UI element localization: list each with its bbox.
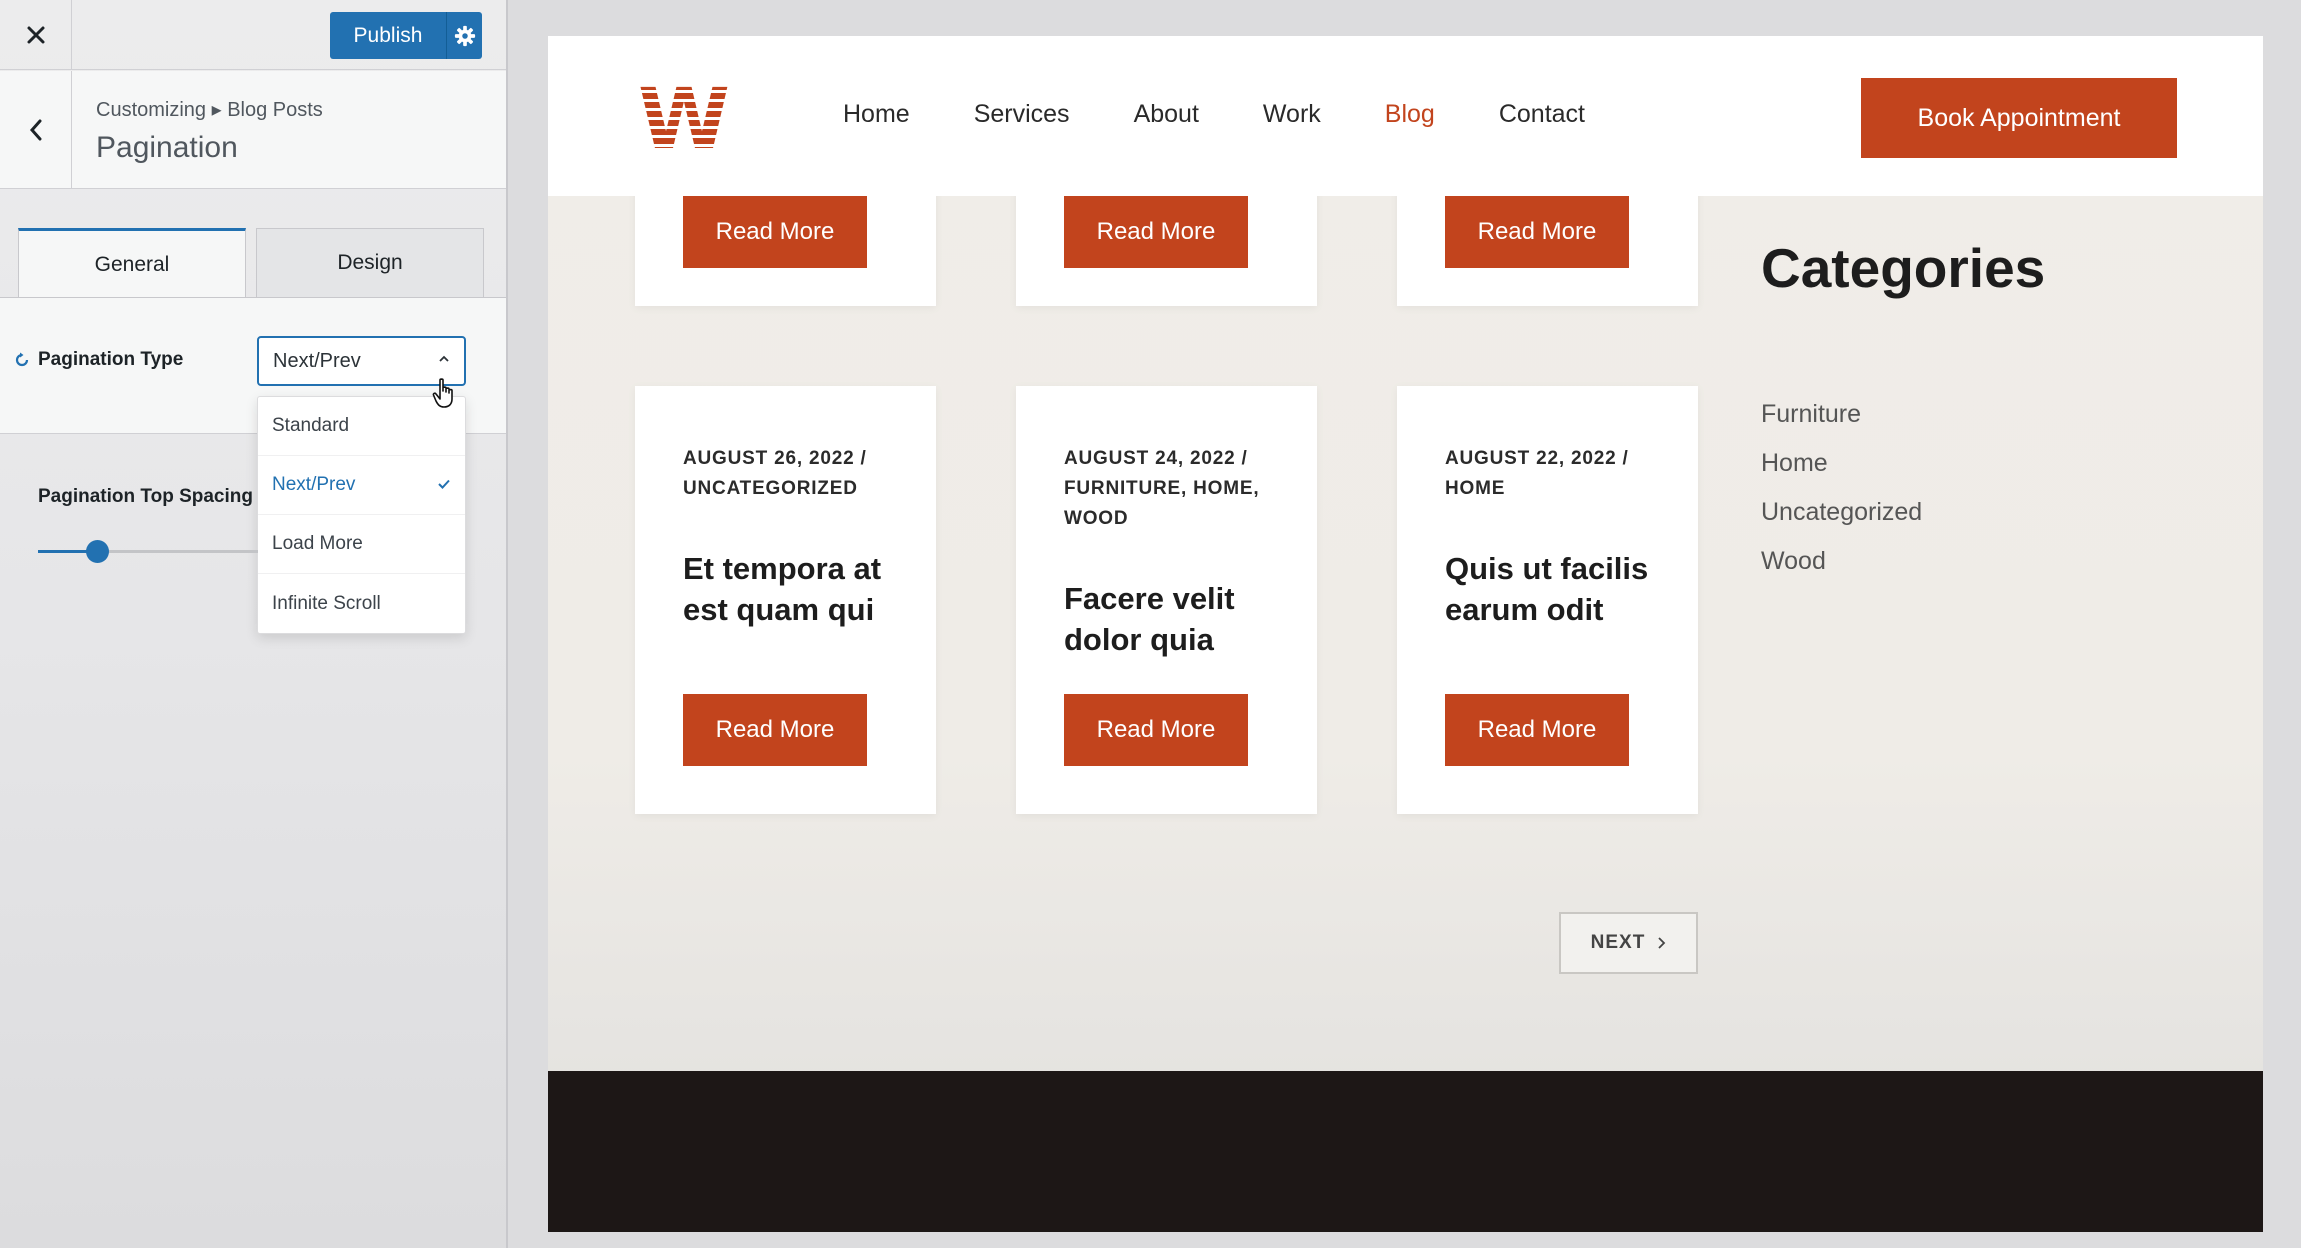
post-title[interactable]: Facere velit dolor quia	[1064, 578, 1294, 660]
slider-handle[interactable]	[86, 540, 110, 563]
gear-icon	[454, 25, 475, 46]
publish-button[interactable]: Publish	[330, 12, 446, 59]
publish-settings-button[interactable]	[446, 12, 482, 59]
customizer-sidebar: Publish Customizing ▸ Blog Posts Paginat…	[0, 0, 508, 1248]
post-title[interactable]: Quis ut facilis earum odit	[1445, 548, 1675, 630]
post-card: AUGUST 24, 2022 / FURNITURE, HOME, WOOD …	[1016, 386, 1317, 814]
close-icon	[27, 26, 44, 44]
read-more-button[interactable]: Read More	[1445, 196, 1629, 268]
site-header: W Home Services About Work Blog Contact …	[548, 36, 2263, 196]
pagination-type-label: Pagination Type	[38, 349, 184, 370]
chevron-up-icon	[439, 355, 449, 362]
option-load-more[interactable]: Load More	[258, 515, 465, 574]
post-meta: AUGUST 22, 2022 / HOME	[1445, 448, 1629, 499]
nav-home[interactable]: Home	[843, 100, 910, 129]
nav-services[interactable]: Services	[974, 100, 1070, 129]
pagination-top-spacing-label: Pagination Top Spacing	[38, 486, 253, 507]
categories-heading: Categories	[1761, 237, 2046, 299]
checkmark-icon	[438, 479, 450, 489]
site-footer	[548, 1071, 2263, 1232]
main-nav: Home Services About Work Blog Contact	[843, 100, 1649, 129]
tab-design[interactable]: Design	[256, 228, 484, 298]
category-link[interactable]: Uncategorized	[1761, 498, 1922, 547]
read-more-button[interactable]: Read More	[683, 196, 867, 268]
close-customizer-button[interactable]	[0, 0, 72, 70]
post-card: AUGUST 22, 2022 / HOME Quis ut facilis e…	[1397, 386, 1698, 814]
categories-list: Furniture Home Uncategorized Wood	[1761, 400, 1922, 596]
read-more-button[interactable]: Read More	[1064, 196, 1248, 268]
book-appointment-button[interactable]: Book Appointment	[1861, 78, 2177, 158]
nav-contact[interactable]: Contact	[1499, 100, 1585, 129]
read-more-button[interactable]: Read More	[1064, 694, 1248, 766]
hand-cursor-icon	[432, 378, 453, 408]
post-meta: AUGUST 24, 2022 / FURNITURE, HOME, WOOD	[1064, 448, 1260, 529]
section-header: Customizing ▸ Blog Posts Pagination	[0, 71, 506, 189]
next-label: NEXT	[1590, 932, 1646, 953]
control-tabs: General Design	[18, 228, 484, 298]
post-card: AUGUST 26, 2022 / UNCATEGORIZED Et tempo…	[635, 386, 936, 814]
post-meta: AUGUST 26, 2022 / UNCATEGORIZED	[683, 448, 867, 499]
category-link[interactable]: Wood	[1761, 547, 1922, 596]
read-more-button[interactable]: Read More	[683, 694, 867, 766]
nav-work[interactable]: Work	[1263, 100, 1321, 129]
top-spacing-slider[interactable]	[38, 540, 258, 563]
option-label: Next/Prev	[272, 474, 356, 495]
read-more-button[interactable]: Read More	[1445, 694, 1629, 766]
next-page-button[interactable]: NEXT	[1559, 912, 1698, 974]
logo-w-icon: W	[638, 84, 730, 150]
reset-icon[interactable]	[14, 352, 30, 368]
section-title: Pagination	[96, 131, 238, 164]
customizer-topbar: Publish	[0, 0, 506, 70]
publish-group: Publish	[330, 12, 482, 59]
option-infinite-scroll[interactable]: Infinite Scroll	[258, 574, 465, 633]
tab-general[interactable]: General	[18, 228, 246, 298]
chevron-left-icon	[29, 119, 41, 141]
back-button[interactable]	[0, 71, 72, 189]
category-link[interactable]: Home	[1761, 449, 1922, 498]
pagination-type-options: Standard Next/Prev Load More Infinite Sc…	[257, 396, 466, 634]
site-preview: W Home Services About Work Blog Contact …	[548, 36, 2263, 1232]
breadcrumb: Customizing ▸ Blog Posts	[96, 99, 323, 121]
category-link[interactable]: Furniture	[1761, 400, 1922, 449]
nav-about[interactable]: About	[1134, 100, 1199, 129]
post-title[interactable]: Et tempora at est quam qui	[683, 548, 913, 630]
option-next-prev[interactable]: Next/Prev	[258, 456, 465, 515]
chevron-right-icon	[1658, 937, 1666, 949]
pagination-type-value: Next/Prev	[273, 349, 361, 372]
site-logo[interactable]: W	[638, 84, 730, 155]
nav-blog[interactable]: Blog	[1385, 100, 1435, 129]
